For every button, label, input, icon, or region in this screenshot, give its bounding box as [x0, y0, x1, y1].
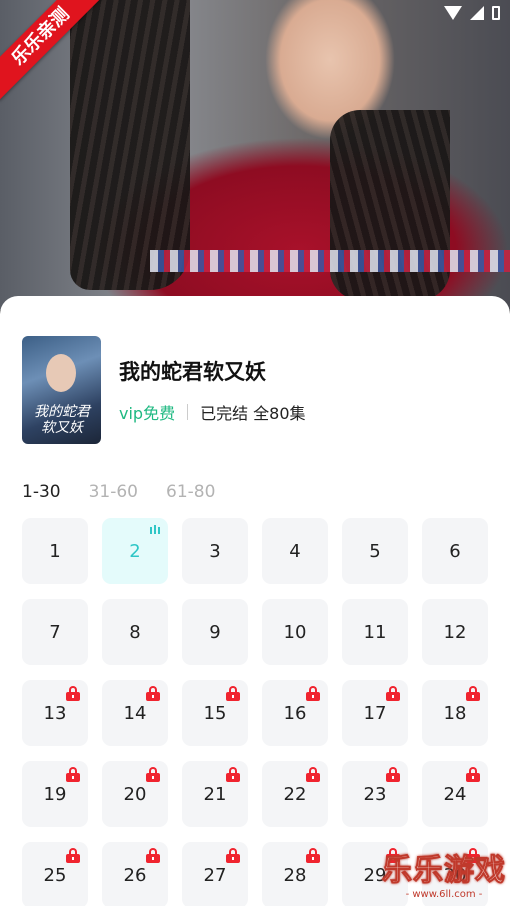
- lock-icon: [306, 848, 320, 863]
- episode-number: 16: [283, 702, 307, 724]
- lock-icon: [306, 686, 320, 701]
- episode-button[interactable]: 21: [182, 761, 248, 827]
- poster-figure: [46, 354, 76, 392]
- episode-number: 13: [43, 702, 67, 724]
- lock-icon: [146, 848, 160, 863]
- video-frame-detail: [150, 250, 510, 272]
- episode-number: 25: [43, 864, 67, 886]
- episode-button[interactable]: 23: [342, 761, 408, 827]
- lock-icon: [226, 848, 240, 863]
- lock-icon: [66, 848, 80, 863]
- episode-button[interactable]: 14: [102, 680, 168, 746]
- drama-poster[interactable]: 我的蛇君软又妖: [22, 336, 101, 444]
- lock-icon: [66, 686, 80, 701]
- episode-number: 8: [129, 621, 141, 643]
- episode-number: 21: [203, 783, 227, 805]
- episode-button[interactable]: 10: [262, 599, 328, 665]
- lock-icon: [306, 767, 320, 782]
- episode-button[interactable]: 9: [182, 599, 248, 665]
- episode-number: 2: [129, 540, 141, 562]
- episode-number: 27: [203, 864, 227, 886]
- lock-icon: [146, 767, 160, 782]
- episode-button[interactable]: 22: [262, 761, 328, 827]
- episode-number: 3: [209, 540, 221, 562]
- episode-button[interactable]: 16: [262, 680, 328, 746]
- drama-meta: 我的蛇君软又妖 vip免费 已完结 全80集: [119, 356, 306, 424]
- episode-button[interactable]: 20: [102, 761, 168, 827]
- vip-badge: vip免费: [119, 404, 176, 423]
- drama-subtitle: vip免费 已完结 全80集: [119, 400, 306, 424]
- drama-info: 我的蛇君软又妖 我的蛇君软又妖 vip免费 已完结 全80集: [22, 336, 306, 444]
- episode-number: 12: [443, 621, 467, 643]
- episode-button[interactable]: 25: [22, 842, 88, 906]
- tab-range-3[interactable]: 61-80: [166, 482, 215, 502]
- episode-button[interactable]: 17: [342, 680, 408, 746]
- episode-number: 14: [123, 702, 147, 724]
- status-bar: [444, 6, 500, 20]
- episode-button[interactable]: 12: [422, 599, 488, 665]
- episode-button[interactable]: 5: [342, 518, 408, 584]
- episode-button[interactable]: 7: [22, 599, 88, 665]
- episode-number: 19: [43, 783, 67, 805]
- cell-signal-icon: [470, 6, 484, 20]
- drama-title: 我的蛇君软又妖: [119, 360, 266, 384]
- episode-number: 26: [123, 864, 147, 886]
- episode-sheet: 我的蛇君软又妖 我的蛇君软又妖 vip免费 已完结 全80集 1-30 31-60…: [0, 296, 510, 906]
- lock-icon: [146, 686, 160, 701]
- tab-range-1[interactable]: 1-30: [22, 482, 61, 502]
- lock-icon: [466, 767, 480, 782]
- divider: [187, 404, 189, 420]
- episode-range-tabs: 1-30 31-60 61-80: [22, 482, 215, 502]
- episode-button[interactable]: 1: [22, 518, 88, 584]
- episode-number: 1: [49, 540, 61, 562]
- episode-number: 20: [123, 783, 147, 805]
- now-playing-icon: [150, 525, 160, 534]
- lock-icon: [226, 686, 240, 701]
- lock-icon: [386, 767, 400, 782]
- episode-button[interactable]: 26: [102, 842, 168, 906]
- episode-number: 6: [449, 540, 461, 562]
- episode-button[interactable]: 2: [102, 518, 168, 584]
- episode-button[interactable]: 3: [182, 518, 248, 584]
- episode-number: 22: [283, 783, 307, 805]
- episode-number: 9: [209, 621, 221, 643]
- episode-button[interactable]: 11: [342, 599, 408, 665]
- episode-number: 4: [289, 540, 301, 562]
- episode-button[interactable]: 27: [182, 842, 248, 906]
- site-watermark: 乐乐游戏 - www.6ll.com -: [382, 845, 506, 901]
- video-player[interactable]: 乐乐亲测: [0, 0, 510, 310]
- episode-number: 17: [363, 702, 387, 724]
- episode-button[interactable]: 18: [422, 680, 488, 746]
- episode-number: 15: [203, 702, 227, 724]
- episode-number: 10: [283, 621, 307, 643]
- episode-number: 7: [49, 621, 61, 643]
- episode-number: 24: [443, 783, 467, 805]
- episode-number: 23: [363, 783, 387, 805]
- episode-button[interactable]: 19: [22, 761, 88, 827]
- drama-status: 已完结 全80集: [200, 404, 306, 423]
- watermark-brand: 乐乐游戏: [382, 853, 506, 889]
- tab-range-2[interactable]: 31-60: [89, 482, 138, 502]
- episode-button[interactable]: 13: [22, 680, 88, 746]
- episode-button[interactable]: 15: [182, 680, 248, 746]
- episode-button[interactable]: 28: [262, 842, 328, 906]
- lock-icon: [226, 767, 240, 782]
- episode-number: 5: [369, 540, 381, 562]
- watermark-url: - www.6ll.com -: [405, 889, 483, 900]
- video-frame-detail: [70, 0, 190, 290]
- episode-button[interactable]: 8: [102, 599, 168, 665]
- episode-number: 28: [283, 864, 307, 886]
- episode-button[interactable]: 24: [422, 761, 488, 827]
- lock-icon: [466, 686, 480, 701]
- episode-button[interactable]: 4: [262, 518, 328, 584]
- lock-icon: [386, 686, 400, 701]
- wifi-icon: [444, 6, 462, 20]
- lock-icon: [66, 767, 80, 782]
- battery-icon: [492, 6, 500, 20]
- episode-number: 11: [363, 621, 387, 643]
- episode-number: 18: [443, 702, 467, 724]
- poster-title: 我的蛇君软又妖: [34, 404, 90, 436]
- episode-button[interactable]: 6: [422, 518, 488, 584]
